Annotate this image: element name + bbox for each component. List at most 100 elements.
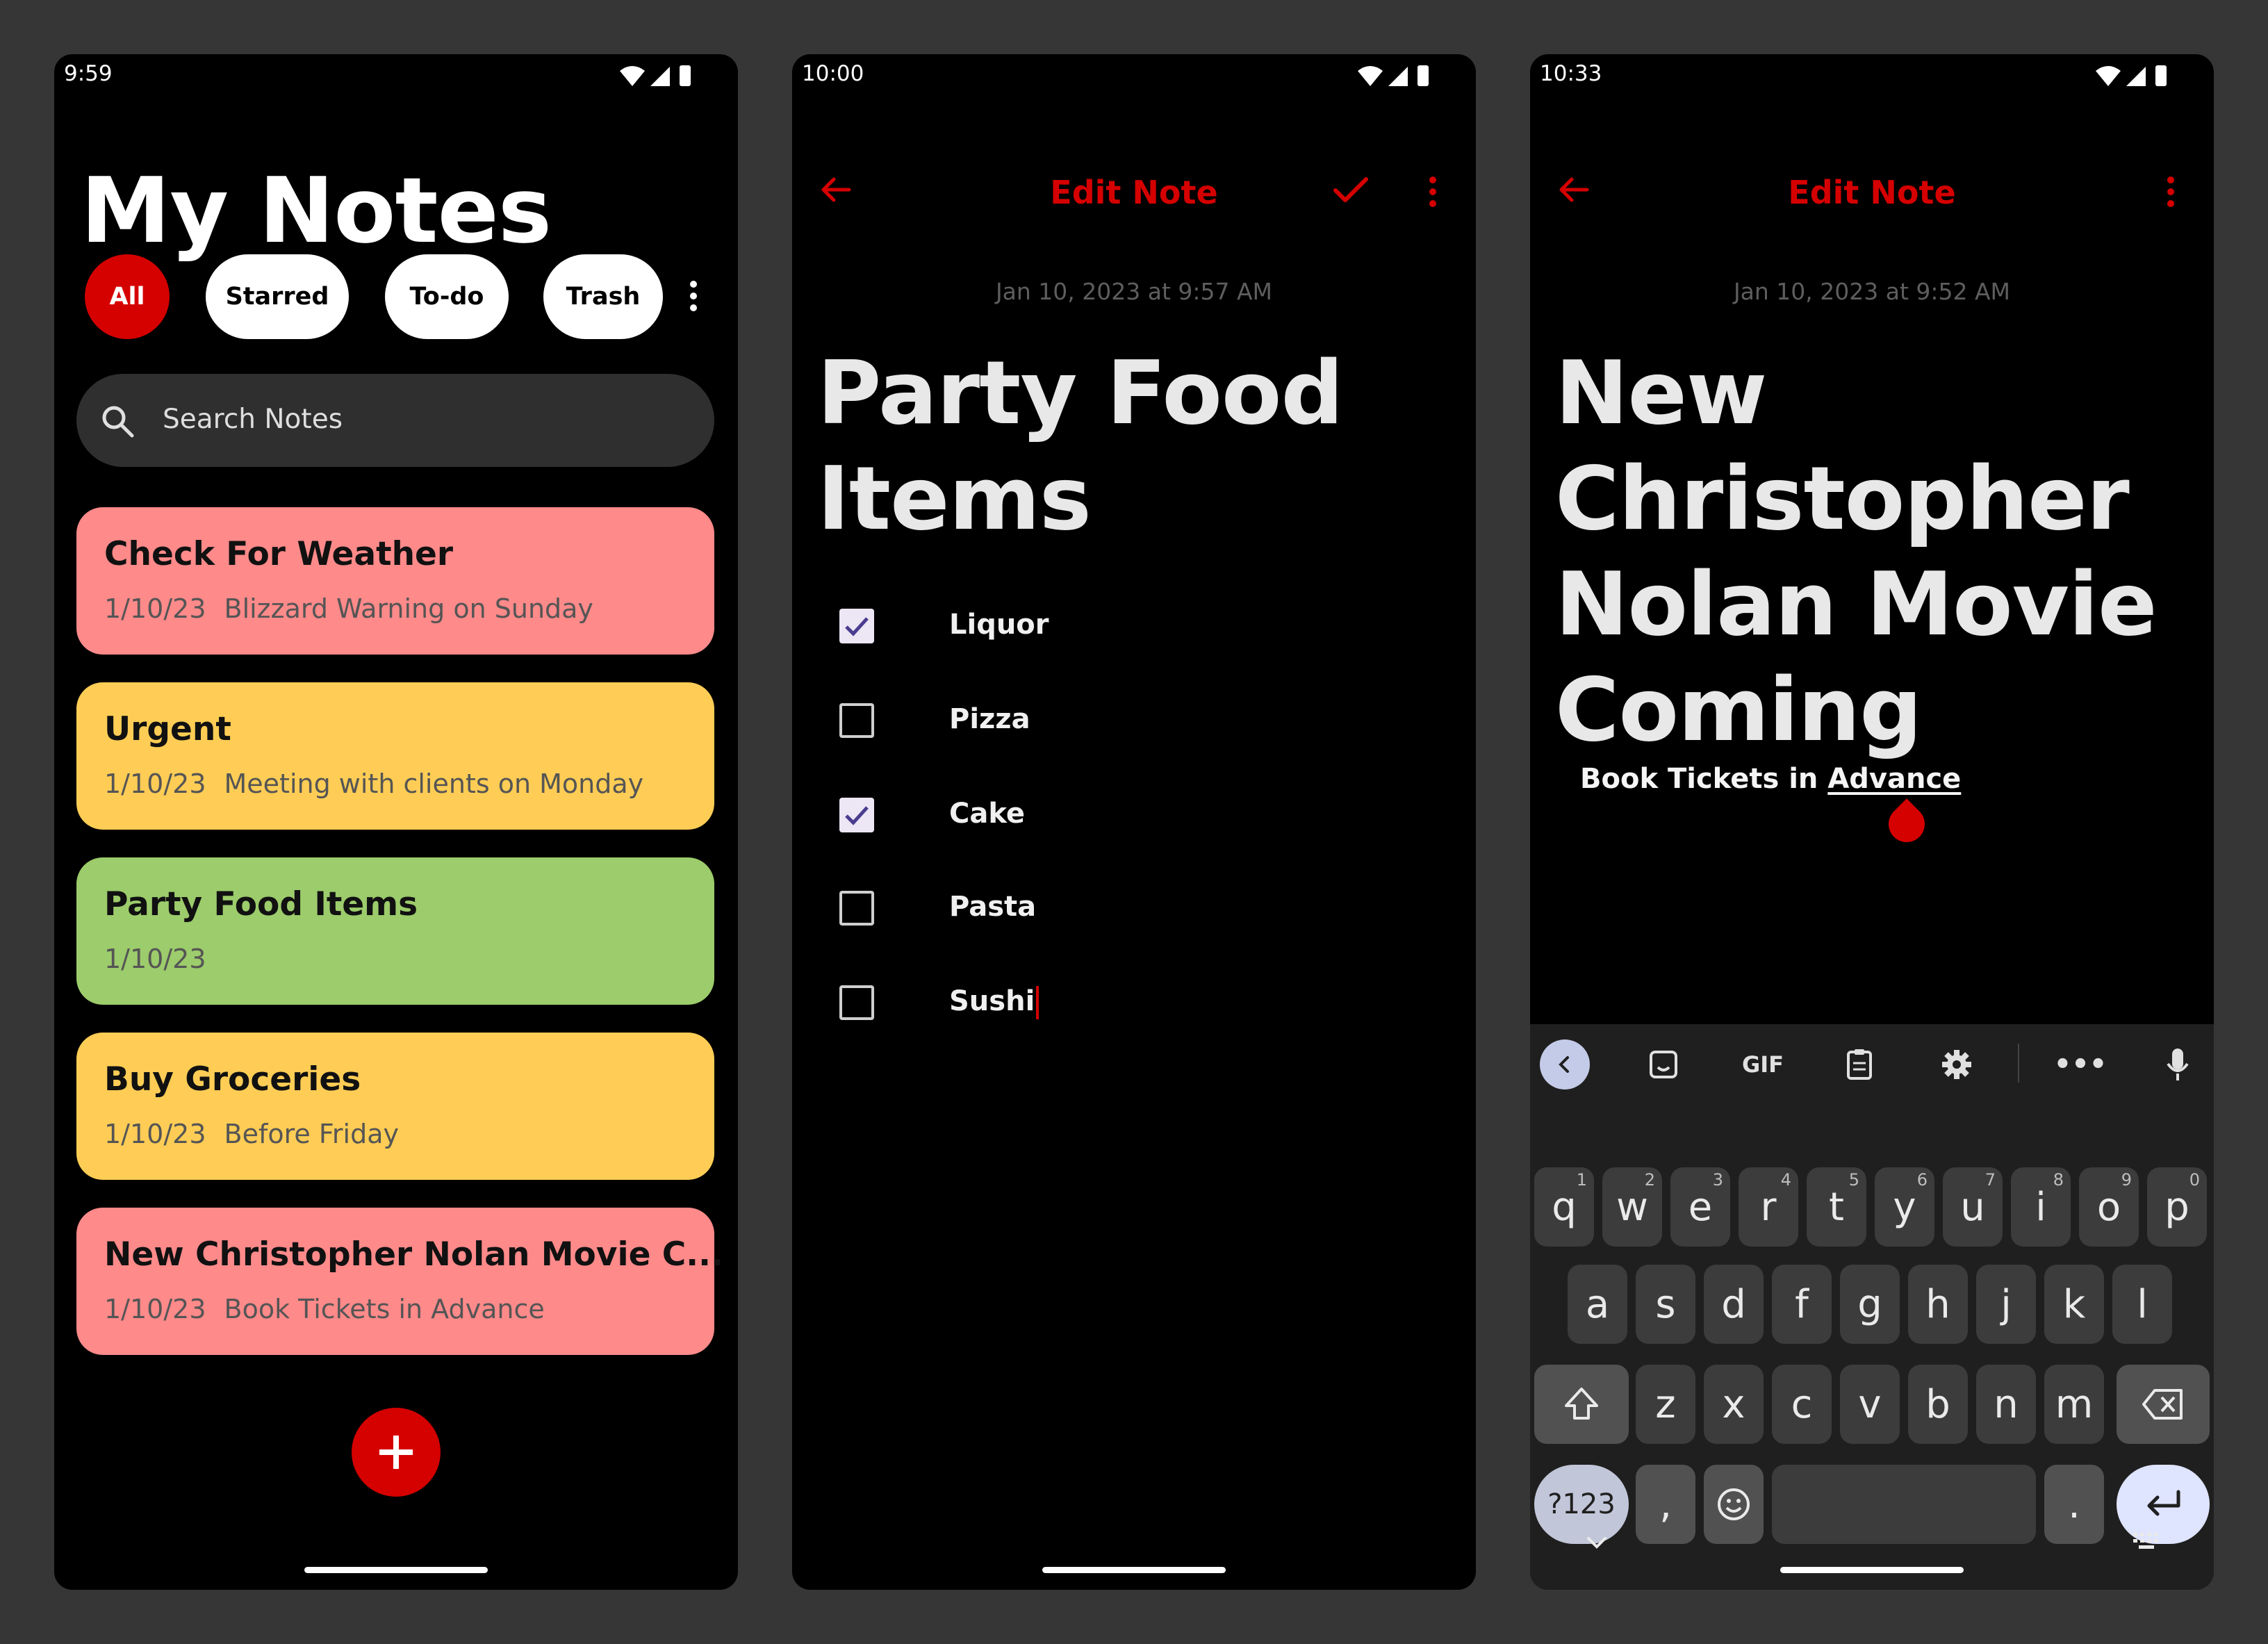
phone-edit-note-keyboard: 10:33 Edit Note Jan 10, 2023 at 9:52 AM …	[1530, 54, 2214, 1590]
home-indicator[interactable]	[1042, 1567, 1226, 1573]
chip-trash[interactable]: Trash	[543, 254, 663, 339]
key-t[interactable]: t5	[1807, 1167, 1866, 1247]
key-n[interactable]: n	[1976, 1365, 2036, 1444]
chevron-left-icon[interactable]	[1540, 1039, 1590, 1090]
key-o[interactable]: o9	[2079, 1167, 2139, 1247]
checklist-item-label[interactable]: Pizza	[949, 703, 1030, 735]
screen-title: Edit Note	[1050, 174, 1218, 211]
status-icons	[1358, 65, 1429, 86]
note-card[interactable]: New Christopher Nolan Movie C... 1/10/23…	[76, 1208, 723, 1355]
key-s[interactable]: s	[1636, 1265, 1695, 1344]
checkbox-unchecked[interactable]	[839, 891, 874, 926]
chip-all[interactable]: All	[85, 254, 170, 339]
note-title-line[interactable]: Christopher	[1555, 446, 2130, 552]
status-time: 10:00	[802, 61, 864, 86]
note-card[interactable]: Party Food Items 1/10/23	[76, 857, 714, 1005]
search-bar[interactable]: Search Notes	[76, 374, 714, 467]
battery-icon	[680, 65, 691, 86]
save-check-icon[interactable]	[1331, 172, 1370, 207]
key-v[interactable]: v	[1840, 1365, 1900, 1444]
gear-icon[interactable]	[1932, 1039, 1982, 1090]
note-card[interactable]: Buy Groceries 1/10/23 Before Friday	[76, 1033, 714, 1180]
more-vert-icon[interactable]	[2157, 171, 2185, 213]
key-u[interactable]: u7	[1943, 1167, 2003, 1247]
microphone-icon[interactable]	[2153, 1039, 2203, 1090]
key-b[interactable]: b	[1908, 1365, 1968, 1444]
key-e[interactable]: e3	[1670, 1167, 1730, 1247]
key-l[interactable]: l	[2112, 1265, 2172, 1344]
text-selection-handle[interactable]	[1881, 798, 1932, 850]
gif-button[interactable]: GIF	[1732, 1039, 1794, 1090]
note-body-selected-word[interactable]: Advance	[1827, 763, 1961, 795]
key-j[interactable]: j	[1976, 1265, 2036, 1344]
search-input[interactable]: Search Notes	[163, 404, 343, 435]
key-g[interactable]: g	[1840, 1265, 1900, 1344]
note-date: 1/10/23	[104, 1294, 206, 1324]
key-z[interactable]: z	[1636, 1365, 1695, 1444]
checklist-item-label[interactable]: Pasta	[949, 891, 1036, 923]
text-cursor	[1036, 986, 1040, 1019]
note-title-line[interactable]: New	[1555, 340, 1767, 446]
shift-key[interactable]	[1534, 1365, 1629, 1444]
chip-todo[interactable]: To-do	[385, 254, 509, 339]
key-c[interactable]: c	[1772, 1365, 1832, 1444]
phone-notes-list: 9:59 My Notes All Starred To-do Trash Se…	[54, 54, 738, 1590]
note-preview: Meeting with clients on Monday	[224, 768, 644, 799]
backspace-key[interactable]	[2117, 1365, 2210, 1444]
note-title-line[interactable]: Coming	[1555, 657, 1922, 763]
note-title-line[interactable]: Party Food	[817, 340, 1344, 446]
home-indicator[interactable]	[1780, 1567, 1964, 1573]
more-vert-icon[interactable]	[680, 275, 707, 317]
key-p[interactable]: p0	[2147, 1167, 2207, 1247]
note-card[interactable]: Urgent 1/10/23 Meeting with clients on Mo…	[76, 682, 714, 830]
note-title: Party Food Items	[104, 885, 418, 923]
key-f[interactable]: f	[1772, 1265, 1832, 1344]
status-time: 10:33	[1540, 61, 1602, 86]
keyboard-switch-icon[interactable]	[2132, 1530, 2162, 1552]
checkbox-checked[interactable]	[839, 609, 874, 643]
key-q[interactable]: q1	[1534, 1167, 1594, 1247]
key-x[interactable]: x	[1704, 1365, 1764, 1444]
key-i[interactable]: i8	[2011, 1167, 2071, 1247]
keyboard-nav-bar	[1530, 1506, 2214, 1590]
home-indicator[interactable]	[304, 1567, 488, 1573]
note-title: New Christopher Nolan Movie C...	[104, 1235, 723, 1274]
key-m[interactable]: m	[2044, 1365, 2104, 1444]
note-body[interactable]: Book Tickets in Advance	[1580, 763, 1961, 795]
note-date: 1/10/23	[104, 944, 206, 974]
note-card[interactable]: Check For Weather 1/10/23 Blizzard Warnin…	[76, 507, 714, 655]
checkbox-unchecked[interactable]	[839, 985, 874, 1020]
key-y[interactable]: y6	[1875, 1167, 1934, 1247]
clipboard-icon[interactable]	[1834, 1039, 1884, 1090]
more-horiz-icon[interactable]: •••	[2054, 1039, 2107, 1090]
wifi-icon	[2096, 66, 2121, 86]
wifi-icon	[620, 66, 645, 86]
status-time: 9:59	[64, 61, 113, 86]
chevron-down-icon[interactable]	[1584, 1531, 1609, 1552]
key-k[interactable]: k	[2044, 1265, 2104, 1344]
note-date: 1/10/23	[104, 1119, 206, 1149]
note-title-line[interactable]: Items	[817, 446, 1092, 552]
key-h[interactable]: h	[1908, 1265, 1968, 1344]
note-date: 1/10/23	[104, 593, 206, 624]
key-r[interactable]: r4	[1739, 1167, 1798, 1247]
checklist-item-label[interactable]: Liquor	[949, 609, 1049, 641]
note-title-line[interactable]: Nolan Movie	[1555, 552, 2158, 657]
checklist-item-input[interactable]: Sushi	[949, 985, 1040, 1019]
key-w[interactable]: w2	[1602, 1167, 1662, 1247]
key-a[interactable]: a	[1568, 1265, 1627, 1344]
check-mark-icon	[845, 617, 869, 636]
add-note-button[interactable]	[352, 1408, 441, 1497]
chip-starred[interactable]: Starred	[206, 254, 349, 339]
top-app-bar: Edit Note	[792, 151, 1476, 228]
status-bar: 10:00	[792, 54, 1476, 96]
checkbox-checked[interactable]	[839, 798, 874, 832]
status-bar: 10:33	[1530, 54, 2214, 96]
more-vert-icon[interactable]	[1419, 171, 1447, 213]
signal-icon	[2126, 67, 2146, 86]
checkbox-unchecked[interactable]	[839, 703, 874, 738]
key-d[interactable]: d	[1704, 1265, 1764, 1344]
checklist-item-label[interactable]: Cake	[949, 798, 1025, 830]
note-preview: Book Tickets in Advance	[224, 1294, 545, 1324]
sticker-icon[interactable]	[1638, 1039, 1688, 1090]
